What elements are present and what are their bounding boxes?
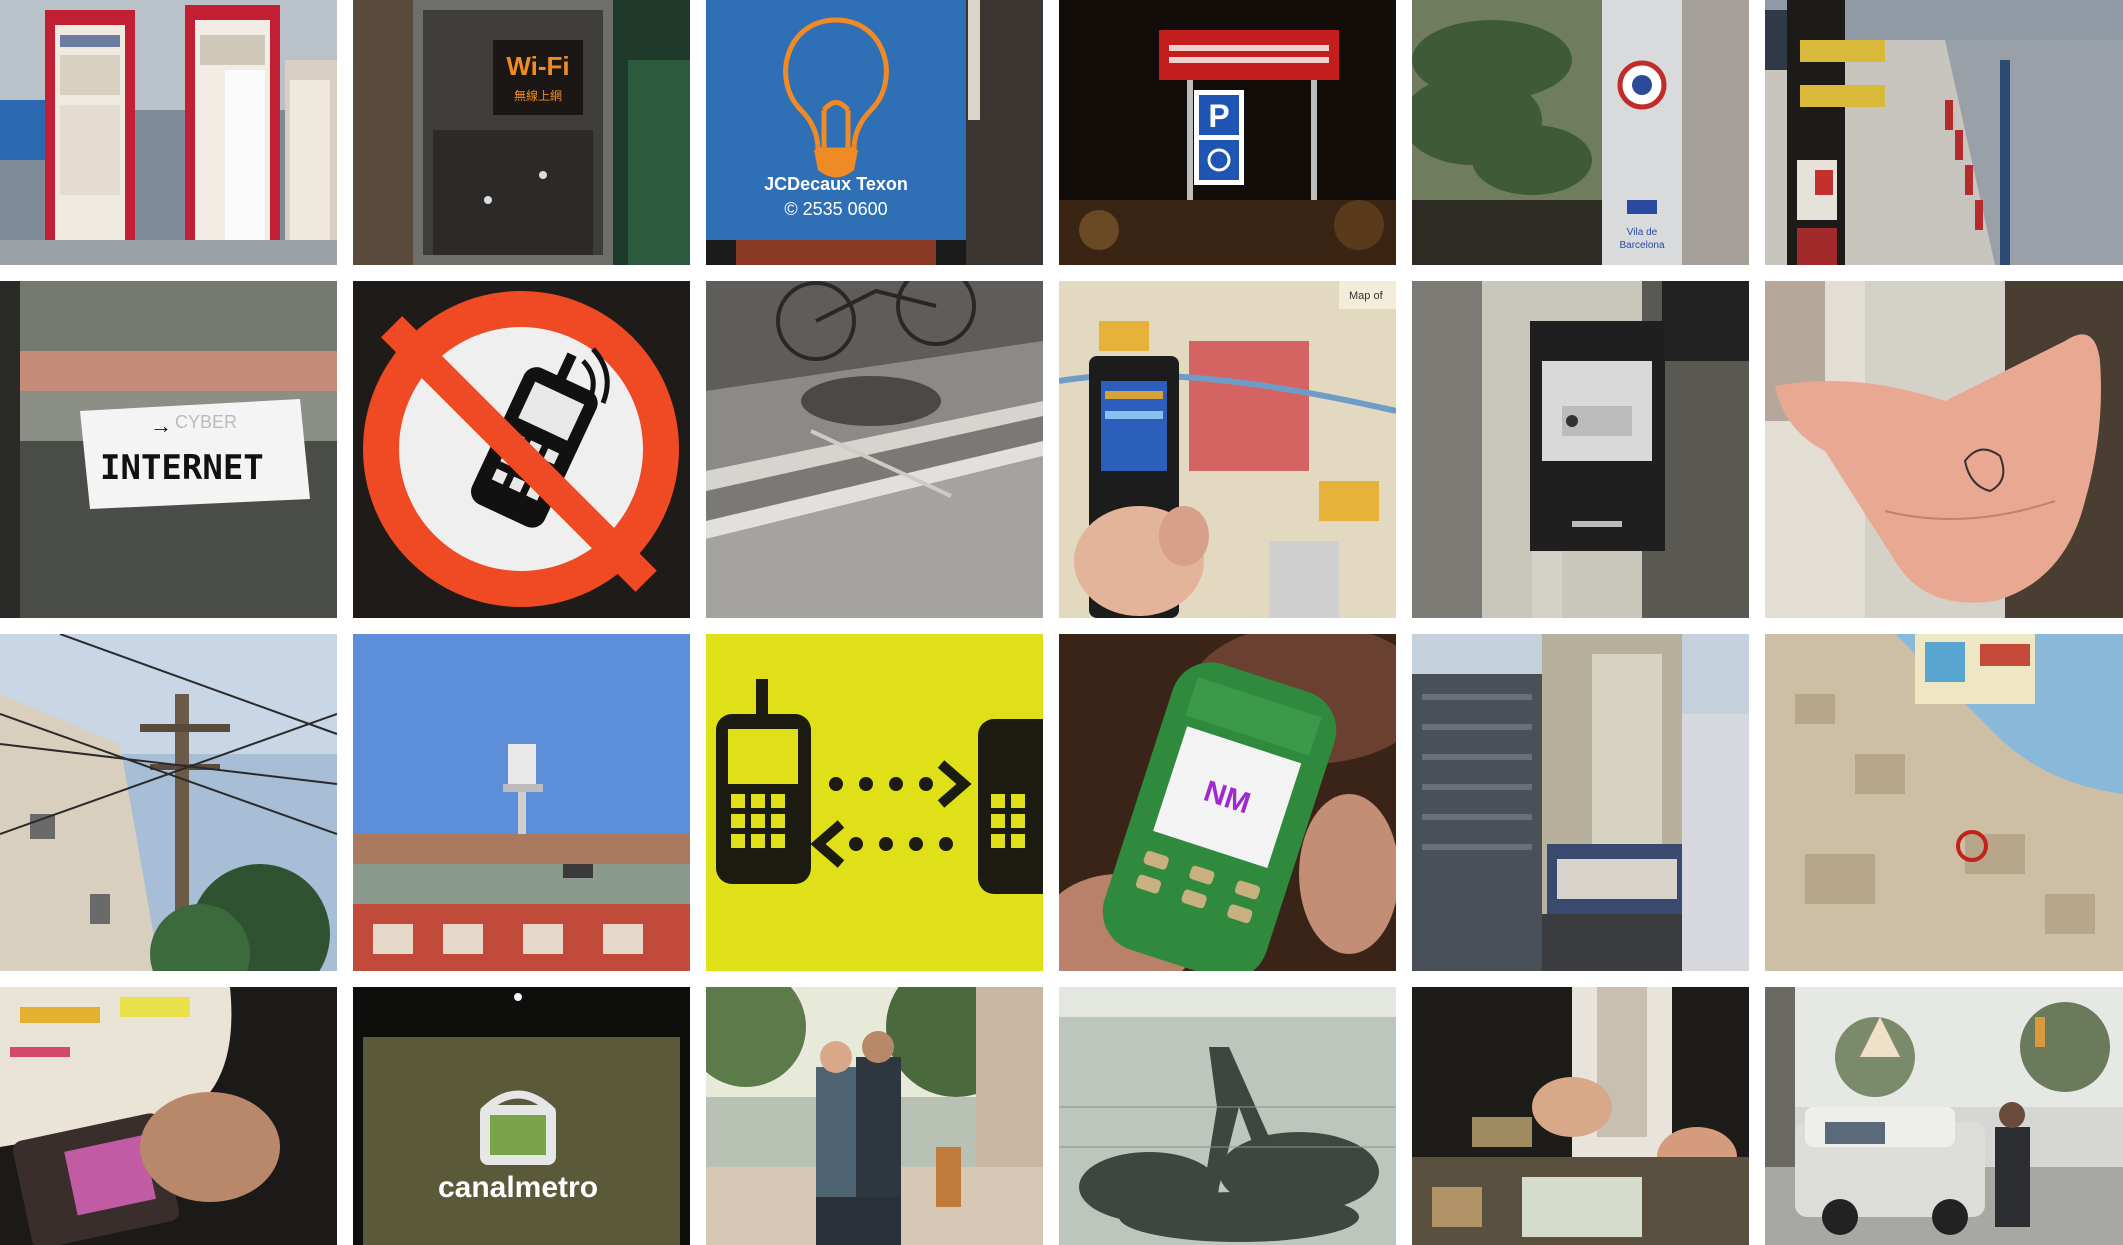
pillar-text-2: Barcelona xyxy=(1619,240,1664,251)
photo-person-at-counter[interactable] xyxy=(1412,987,1749,1245)
billboard-brand: JCDecaux Texon xyxy=(764,174,908,194)
photo-people-on-street[interactable] xyxy=(706,987,1043,1245)
photo-bike-shadow-pavement[interactable] xyxy=(706,281,1043,618)
wifi-sublabel: 無線上網 xyxy=(514,88,562,103)
photo-wall-info-panel[interactable] xyxy=(1412,281,1749,618)
photo-green-mobile-phone[interactable]: NM xyxy=(1059,634,1396,971)
photo-tall-building-banner[interactable] xyxy=(1412,634,1749,971)
photo-night-parking-sign[interactable]: P xyxy=(1059,0,1396,265)
pillar-text-1: Vila de xyxy=(1627,227,1658,238)
photo-lightbulb-billboard[interactable]: JCDecaux Texon © 2535 0600 xyxy=(706,0,1043,265)
photo-canalmetro-screen[interactable]: canalmetro xyxy=(353,987,690,1245)
photo-phone-over-map[interactable]: Map of xyxy=(1059,281,1396,618)
photo-coastal-city-map[interactable] xyxy=(1765,634,2123,971)
billboard-phone: © 2535 0600 xyxy=(784,199,887,219)
parking-letter: P xyxy=(1208,98,1229,134)
internet-label: INTERNET xyxy=(100,448,264,488)
photo-phone-near-poster[interactable] xyxy=(0,987,337,1245)
internet-faded-label: CYBER xyxy=(175,412,237,432)
canalmetro-label: canalmetro xyxy=(438,1171,598,1204)
photo-phone-transfer-icon[interactable] xyxy=(706,634,1043,971)
photo-bus-stop-panels[interactable] xyxy=(0,0,337,265)
photo-bicycle-dock[interactable] xyxy=(1765,0,2123,265)
photo-wifi-kiosk[interactable]: Wi-Fi 無線上網 xyxy=(353,0,690,265)
photo-tree-shadow-wall[interactable] xyxy=(1059,987,1396,1245)
photo-rooftop-antenna[interactable] xyxy=(353,634,690,971)
photo-mosaic-grid: Wi-Fi 無線上網 JCDecaux Texon © 2535 0600 P … xyxy=(0,0,2123,1245)
photo-internet-sign[interactable]: CYBER → INTERNET xyxy=(0,281,337,618)
photo-no-phones-sign[interactable] xyxy=(353,281,690,618)
photo-palm-info-pillar[interactable]: Vila de Barcelona xyxy=(1412,0,1749,265)
wifi-label: Wi-Fi xyxy=(506,51,569,81)
photo-parked-car[interactable] xyxy=(1765,987,2123,1245)
map-title: Map of xyxy=(1349,290,1384,302)
arrow-glyph: → xyxy=(150,413,172,438)
photo-telephone-pole[interactable] xyxy=(0,634,337,971)
photo-drawing-on-palm[interactable] xyxy=(1765,281,2123,618)
